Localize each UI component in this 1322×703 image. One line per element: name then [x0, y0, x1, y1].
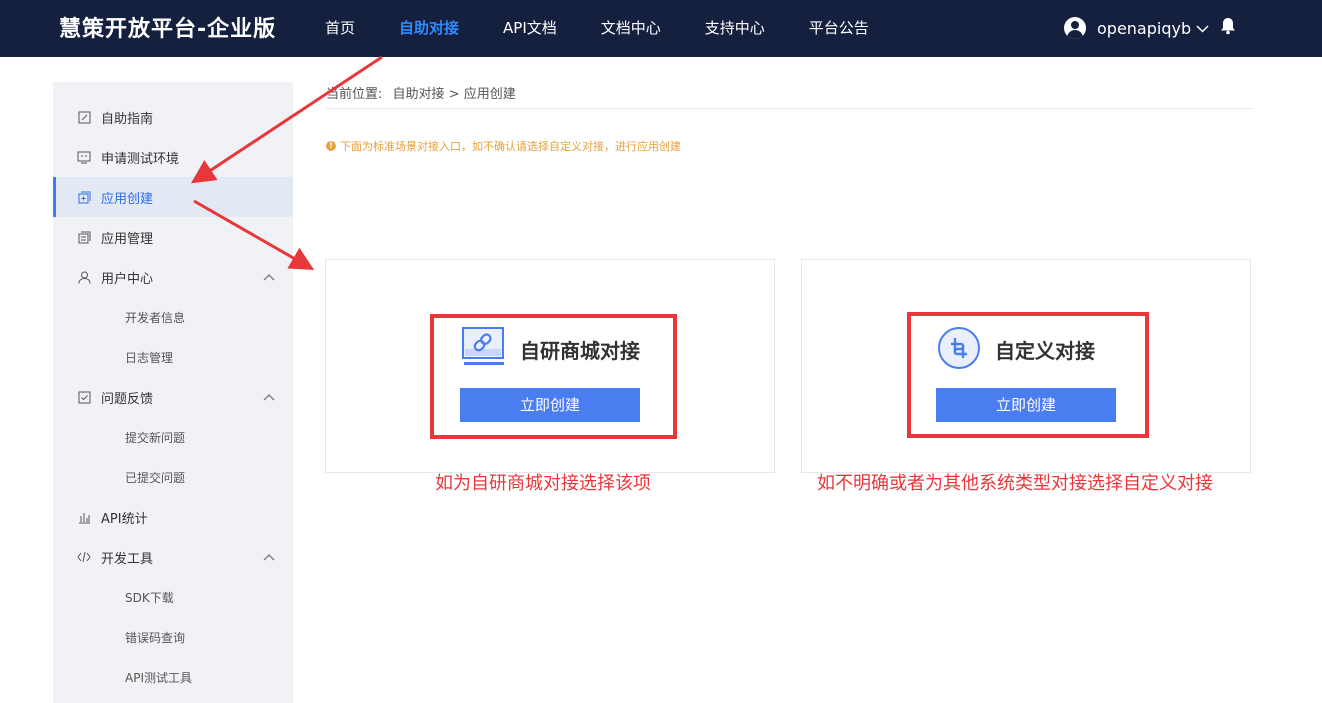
sidebar-item-app-create[interactable]: 应用创建: [53, 177, 293, 217]
sidebar-item-label: 用户中心: [101, 271, 154, 287]
sidebar-item-label: 自助指南: [101, 111, 154, 127]
sidebar-item-app-manage[interactable]: 应用管理: [53, 217, 293, 257]
chevron-up-icon: [263, 390, 275, 405]
user-avatar-icon: [1064, 17, 1086, 39]
sidebar-item-label: API统计: [101, 511, 148, 527]
list-doc-icon: [77, 230, 91, 244]
sidebar-item-api-test-tool[interactable]: API测试工具: [53, 657, 293, 697]
sidebar-item-user-center[interactable]: 用户中心: [53, 257, 293, 297]
user-icon: [77, 270, 91, 284]
breadcrumb-prefix: 当前位置:: [326, 87, 383, 102]
custom-card: 自定义对接 立即创建: [801, 259, 1251, 473]
sidebar-item-dev-tools[interactable]: 开发工具: [53, 537, 293, 577]
brand-title: 慧策开放平台-企业版: [59, 17, 277, 42]
sidebar-item-log-manage[interactable]: 日志管理: [53, 337, 293, 377]
bar-chart-icon: [77, 510, 91, 524]
self-mall-card: 自研商城对接 立即创建: [325, 259, 775, 473]
sidebar-item-test-env[interactable]: 申请测试环境: [53, 137, 293, 177]
card-title: 自定义对接: [995, 339, 1095, 363]
nav-doc-center[interactable]: 文档中心: [601, 0, 661, 57]
annotation-custom: 如不明确或者为其他系统类型对接选择自定义对接: [817, 473, 1213, 494]
custom-link-icon: [937, 326, 981, 374]
chevron-up-icon: [263, 550, 275, 565]
chevron-up-icon: [263, 270, 275, 285]
chevron-down-icon: [1196, 19, 1209, 38]
sidebar-item-api-stats[interactable]: API统计: [53, 497, 293, 537]
link-monitor-icon: [462, 327, 506, 371]
nav-support-center[interactable]: 支持中心: [705, 0, 765, 57]
create-self-mall-button[interactable]: 立即创建: [460, 388, 640, 422]
monitor-icon: [77, 150, 91, 164]
username: openapiqyb: [1097, 18, 1192, 38]
sidebar-item-guide[interactable]: 自助指南: [53, 97, 293, 137]
sidebar-item-label: 问题反馈: [101, 391, 154, 407]
edit-doc-icon: [77, 110, 91, 124]
sidebar-item-developer-info[interactable]: 开发者信息: [53, 297, 293, 337]
create-custom-button[interactable]: 立即创建: [936, 388, 1116, 422]
nav-self-service[interactable]: 自助对接: [399, 0, 459, 57]
warning-notice: ! 下面为标准场景对接入口，如不确认请选择自定义对接，进行应用创建: [326, 138, 681, 154]
divider: [326, 108, 1252, 109]
sidebar-item-submit-issue[interactable]: 提交新问题: [53, 417, 293, 457]
sidebar-item-sdk-download[interactable]: SDK下载: [53, 577, 293, 617]
feedback-icon: [77, 390, 91, 404]
sidebar-item-feedback[interactable]: 问题反馈: [53, 377, 293, 417]
breadcrumb-path[interactable]: 自助对接 > 应用创建: [393, 87, 516, 102]
card-title: 自研商城对接: [520, 339, 640, 363]
nav-api-docs[interactable]: API文档: [503, 0, 557, 57]
sidebar-item-error-code[interactable]: 错误码查询: [53, 617, 293, 657]
annotation-self-mall: 如为自研商城对接选择该项: [435, 473, 651, 494]
breadcrumb: 当前位置: 自助对接 > 应用创建: [326, 83, 522, 102]
nav-announcements[interactable]: 平台公告: [809, 0, 869, 57]
sidebar-item-label: 申请测试环境: [101, 151, 180, 167]
sidebar-item-label: 应用管理: [101, 231, 154, 247]
top-navbar: 慧策开放平台-企业版 首页 自助对接 API文档 文档中心 支持中心 平台公告 …: [0, 0, 1322, 57]
sidebar: 自助指南 申请测试环境 应用创建 应用管理 用户中心 开发者信息 日志管理 问题…: [53, 82, 293, 703]
user-menu[interactable]: openapiqyb: [1064, 17, 1209, 39]
code-icon: [77, 550, 91, 564]
add-square-icon: [77, 190, 91, 204]
sidebar-item-submitted-issues[interactable]: 已提交问题: [53, 457, 293, 497]
main-nav: 首页 自助对接 API文档 文档中心 支持中心 平台公告: [325, 0, 913, 57]
bell-icon[interactable]: [1220, 17, 1236, 39]
warning-icon: !: [326, 141, 336, 151]
nav-home[interactable]: 首页: [325, 0, 355, 57]
sidebar-item-label: 开发工具: [101, 551, 154, 567]
notice-text: 下面为标准场景对接入口，如不确认请选择自定义对接，进行应用创建: [340, 140, 681, 153]
sidebar-item-label: 应用创建: [101, 191, 154, 207]
